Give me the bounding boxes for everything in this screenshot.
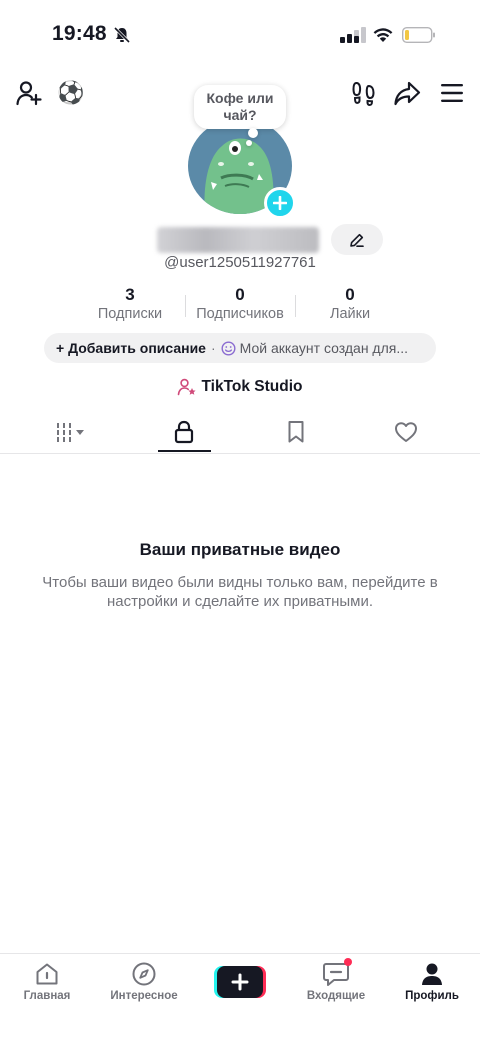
- nav-discover[interactable]: Интересное: [99, 960, 189, 1002]
- pencil-icon: [350, 233, 364, 247]
- home-icon: [36, 963, 58, 985]
- stat-divider: [185, 295, 186, 317]
- cellular-signal-icon: [340, 27, 366, 43]
- bookmark-icon: [288, 420, 304, 442]
- nav-inbox[interactable]: Входящие: [291, 958, 381, 1002]
- nav-home[interactable]: Главная: [2, 960, 92, 1002]
- stat-followers[interactable]: 0 Подписчиков: [190, 285, 290, 323]
- add-user-icon: [16, 81, 42, 106]
- add-avatar-button[interactable]: [264, 187, 296, 219]
- share-arrow-icon: [394, 81, 421, 106]
- nav-inbox-label: Входящие: [306, 990, 366, 1002]
- grid-filter-icon: [57, 422, 84, 442]
- profile-content-tabs: [0, 410, 480, 454]
- status-bar: 19:48: [0, 0, 480, 70]
- tab-liked[interactable]: [350, 410, 462, 453]
- profile-views-button[interactable]: [349, 78, 379, 108]
- add-bio-label: + Добавить описание: [56, 340, 206, 356]
- display-name-blurred: [157, 227, 319, 253]
- stat-likes-label: Лайки: [329, 306, 371, 322]
- stat-followers-label: Подписчиков: [196, 306, 284, 322]
- wifi-icon: [373, 28, 393, 42]
- stat-likes-value: 0: [345, 285, 355, 304]
- plus-icon: [273, 196, 287, 210]
- stat-likes[interactable]: 0 Лайки: [300, 285, 400, 323]
- hamburger-menu-icon: [441, 84, 463, 102]
- active-tab-indicator: [158, 450, 211, 452]
- heart-icon: [395, 421, 417, 442]
- profile-person-icon: [422, 963, 442, 985]
- username: @user1250511927761: [164, 254, 316, 271]
- nav-home-label: Главная: [23, 990, 71, 1002]
- share-profile-button[interactable]: [392, 78, 422, 108]
- avatar-speech-bubble: Кофе или чай?: [194, 85, 286, 129]
- bio-suggestion: Мой аккаунт создан для...: [239, 340, 409, 356]
- tab-private[interactable]: [128, 410, 240, 453]
- bell-off-icon: [113, 26, 131, 44]
- edit-profile-button[interactable]: [331, 224, 383, 255]
- stat-followers-value: 0: [235, 285, 245, 304]
- nav-profile[interactable]: Профиль: [387, 960, 477, 1002]
- nav-profile-label: Профиль: [405, 990, 459, 1002]
- bubble-tail-dot: [248, 128, 258, 138]
- nav-discover-label: Интересное: [110, 990, 178, 1002]
- smile-icon: [221, 340, 236, 356]
- soccer-ball-badge[interactable]: ⚽: [56, 78, 86, 108]
- tiktok-studio-link[interactable]: TikTok Studio: [0, 375, 480, 399]
- soccer-ball-icon: ⚽: [57, 80, 85, 105]
- studio-label: TikTok Studio: [201, 378, 303, 395]
- tab-favorites[interactable]: [240, 410, 352, 453]
- stat-following[interactable]: 3 Подписки: [80, 285, 180, 323]
- profile-stats: 3 Подписки 0 Подписчиков 0 Лайки: [80, 285, 400, 325]
- compass-icon: [132, 962, 156, 986]
- stat-following-label: Подписки: [97, 306, 163, 322]
- status-time: 19:48: [52, 22, 107, 45]
- add-friend-button[interactable]: [14, 78, 44, 108]
- battery-icon: [402, 27, 435, 43]
- create-video-button[interactable]: [214, 966, 266, 998]
- bubble-text: Кофе или чай?: [206, 90, 274, 123]
- add-bio-button[interactable]: + Добавить описание · Мой аккаунт создан…: [44, 333, 436, 363]
- bubble-tail-dot-small: [246, 140, 252, 146]
- stat-following-value: 3: [125, 285, 135, 304]
- studio-person-star-icon: [178, 378, 197, 396]
- notification-dot: [344, 958, 352, 966]
- lock-icon: [174, 420, 194, 443]
- tab-videos-grid[interactable]: [16, 410, 128, 453]
- bio-separator: ·: [210, 340, 216, 356]
- bottom-navigation: Главная Интересное Входящие Профиль: [0, 953, 480, 1043]
- empty-state-description: Чтобы ваши видео были видны только вам, …: [42, 574, 438, 610]
- empty-state-title: Ваши приватные видео: [139, 540, 341, 559]
- footprints-icon: [352, 81, 375, 106]
- menu-button[interactable]: [437, 78, 467, 108]
- stat-divider: [295, 295, 296, 317]
